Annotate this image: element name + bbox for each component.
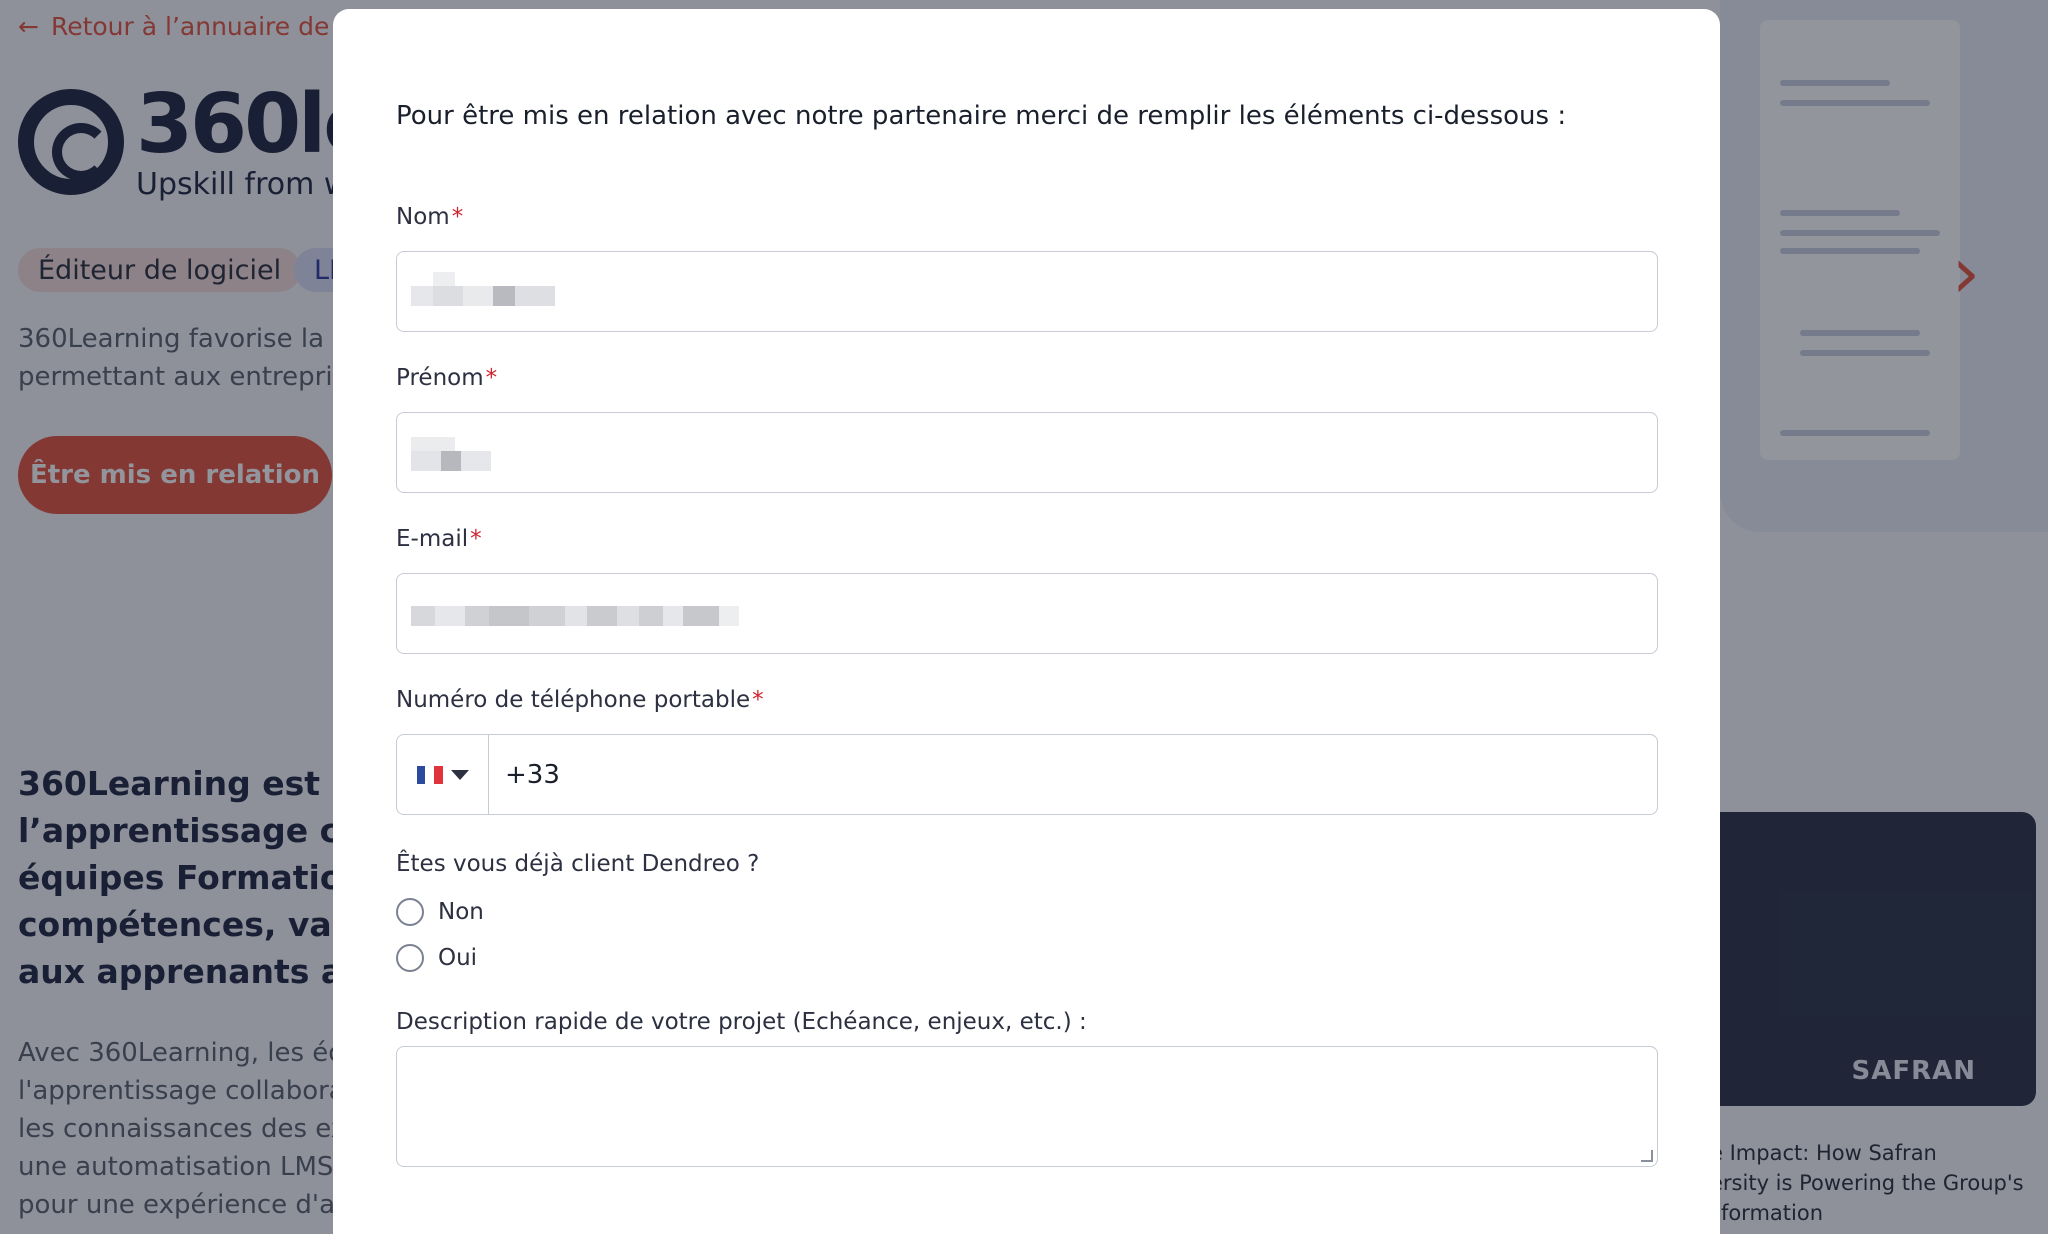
radio-label: Non bbox=[438, 899, 484, 925]
required-mark: * bbox=[451, 204, 464, 230]
prenom-input[interactable] bbox=[396, 412, 1658, 493]
radio-option-oui[interactable]: Oui bbox=[396, 944, 477, 972]
country-code-select[interactable] bbox=[397, 735, 489, 814]
required-mark: * bbox=[470, 526, 482, 552]
description-textarea[interactable] bbox=[396, 1046, 1658, 1167]
radio-option-non[interactable]: Non bbox=[396, 898, 484, 926]
resize-handle-icon[interactable] bbox=[1641, 1150, 1653, 1162]
prenom-label: Prénom* bbox=[396, 365, 498, 391]
email-label: E-mail* bbox=[396, 526, 482, 552]
client-question-label: Êtes vous déjà client Dendreo ? bbox=[396, 851, 760, 877]
nom-label: Nom* bbox=[396, 204, 464, 230]
radio-button[interactable] bbox=[396, 944, 424, 972]
nom-input[interactable] bbox=[396, 251, 1658, 332]
description-label: Description rapide de votre projet (Eché… bbox=[396, 1009, 1087, 1035]
chevron-down-icon bbox=[450, 769, 469, 780]
contact-form-modal: Pour être mis en relation avec notre par… bbox=[333, 9, 1720, 1234]
france-flag-icon bbox=[416, 765, 443, 784]
email-input[interactable] bbox=[396, 573, 1658, 654]
form-intro: Pour être mis en relation avec notre par… bbox=[396, 101, 1567, 131]
phone-input[interactable]: +33 bbox=[505, 735, 560, 814]
radio-button[interactable] bbox=[396, 898, 424, 926]
required-mark: * bbox=[485, 365, 498, 391]
required-mark: * bbox=[752, 687, 764, 713]
radio-label: Oui bbox=[438, 945, 478, 971]
phone-input-group: +33 bbox=[396, 734, 1658, 815]
phone-label: Numéro de téléphone portable* bbox=[396, 687, 764, 713]
